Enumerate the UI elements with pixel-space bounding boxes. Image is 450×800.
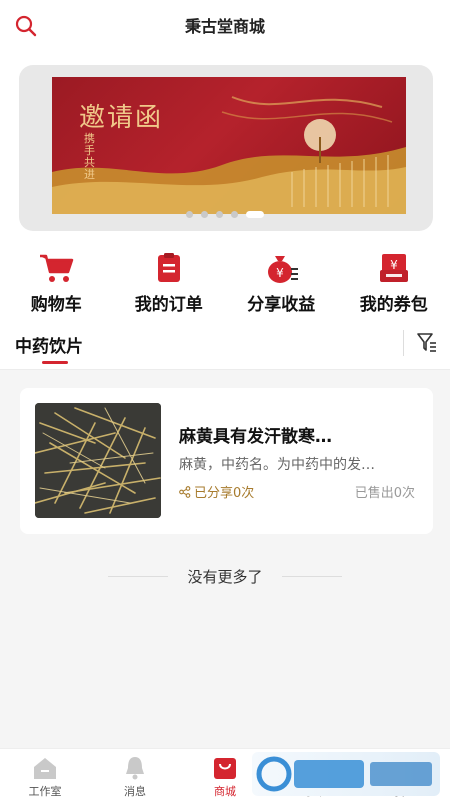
house-icon <box>34 758 56 779</box>
herb-image <box>35 403 161 518</box>
tab-messages[interactable]: 消息 <box>90 749 180 800</box>
category-bar: 中药饮片 <box>0 318 450 370</box>
list-end-indicator: 没有更多了 <box>0 566 450 586</box>
banner-image[interactable]: 邀请函 携手共进 <box>52 77 406 214</box>
carousel-dot[interactable] <box>186 211 193 218</box>
coupon-icon: ¥ <box>379 254 408 282</box>
product-description: 麻黄，中药名。为中药中的发… <box>179 457 375 473</box>
quick-nav-label: 我的券包 <box>359 295 428 315</box>
product-title: 麻黄具有发汗散寒… <box>179 427 332 447</box>
carousel-dot-active[interactable] <box>246 211 264 218</box>
quick-nav-coupons[interactable]: ¥ 我的券包 <box>338 240 450 318</box>
tab-category-active[interactable]: 中药饮片 <box>15 332 83 357</box>
cart-icon <box>40 254 74 282</box>
money-bag-icon: ¥ <box>268 256 299 283</box>
quick-nav-earnings[interactable]: ¥ 分享收益 <box>225 240 338 318</box>
page-title: 秉古堂商城 <box>184 17 265 36</box>
watermark-logo <box>256 756 432 792</box>
product-card[interactable]: 麻黄具有发汗散寒… 麻黄，中药名。为中药中的发… 已分享0次 已售出0次 <box>20 388 433 534</box>
quick-nav-cart[interactable]: 购物车 <box>0 240 113 318</box>
svg-text:¥: ¥ <box>276 266 284 280</box>
quick-nav-label: 购物车 <box>30 295 82 315</box>
tab-underline <box>42 361 68 364</box>
share-count: 已分享0次 <box>179 482 254 501</box>
shopping-bag-icon <box>214 758 236 779</box>
product-image <box>35 403 161 518</box>
carousel-dot[interactable] <box>216 211 223 218</box>
watermark-overlay <box>252 752 440 796</box>
tab-label: 消息 <box>124 785 146 798</box>
quick-nav: 购物车 我的订单 ¥ 分享收益 ¥ 我的券包 <box>0 240 450 318</box>
carousel-dot[interactable] <box>231 211 238 218</box>
quick-nav-label: 分享收益 <box>247 295 316 315</box>
divider <box>403 330 404 356</box>
share-count-text: 已分享0次 <box>194 486 255 501</box>
carousel-dot[interactable] <box>201 211 208 218</box>
bell-icon <box>126 757 144 780</box>
tab-studio[interactable]: 工作室 <box>0 749 90 800</box>
list-end-text: 没有更多了 <box>187 568 263 586</box>
svg-text:¥: ¥ <box>390 258 398 272</box>
banner-subtitle: 携手共进 <box>84 132 95 181</box>
tab-label: 工作室 <box>28 785 62 798</box>
share-icon <box>179 485 191 498</box>
filter-icon[interactable] <box>416 331 438 353</box>
sold-count: 已售出0次 <box>354 486 415 501</box>
quick-nav-orders[interactable]: 我的订单 <box>113 240 226 318</box>
top-header: 秉古堂商城 <box>0 0 450 50</box>
carousel-indicator <box>0 211 450 218</box>
order-icon <box>157 253 180 282</box>
banner-title: 邀请函 <box>79 103 164 133</box>
quick-nav-label: 我的订单 <box>134 295 203 315</box>
